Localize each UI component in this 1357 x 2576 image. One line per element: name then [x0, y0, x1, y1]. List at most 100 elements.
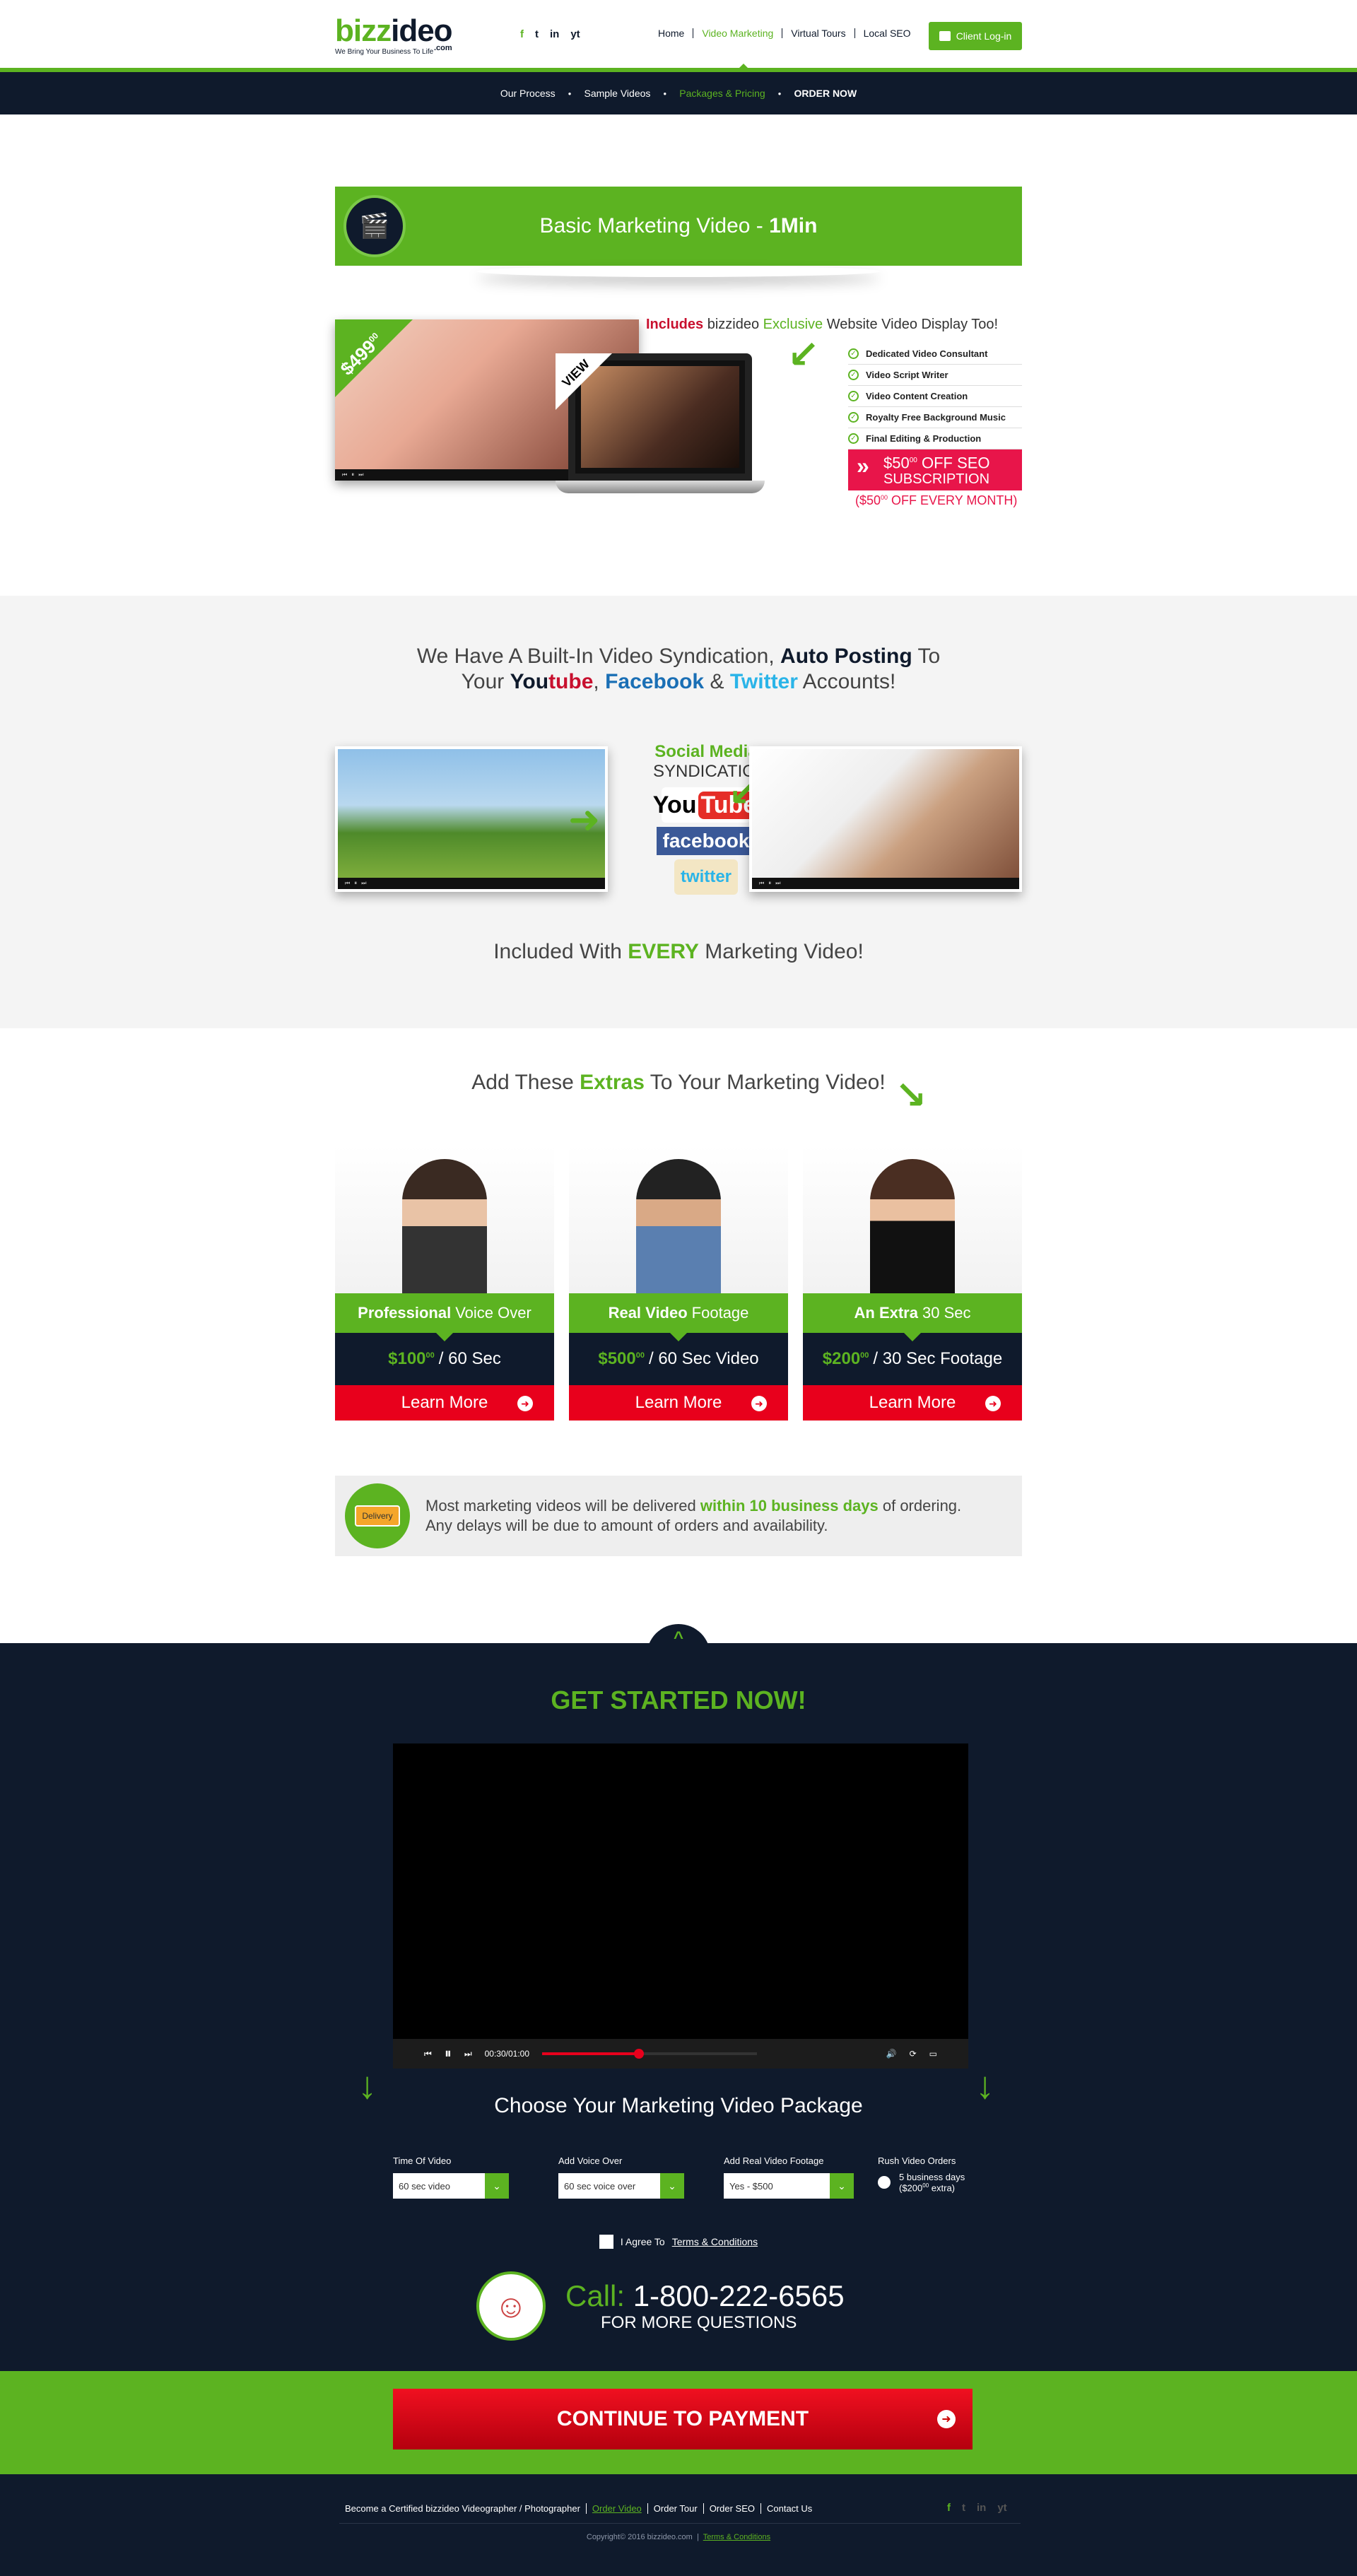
extra-card-video-footage: Real Video Footage $50000/ 60 Sec Video L… — [569, 1145, 788, 1421]
twitter-icon[interactable]: t — [962, 2502, 965, 2514]
green-arrow-icon: ➜ — [568, 799, 601, 841]
replay-icon[interactable]: ⟳ — [910, 2049, 917, 2059]
call-label: Call: — [565, 2279, 625, 2312]
voice-select[interactable]: 60 sec voice over ⌄ — [558, 2173, 684, 2199]
terms-agreement: I Agree To Terms & Conditions — [0, 2235, 1357, 2249]
next-icon: ⏭ — [358, 471, 364, 478]
footer-link-order-tour[interactable]: Order Tour — [648, 2503, 704, 2514]
time-label: Time Of Video — [393, 2156, 452, 2166]
footer-divider — [339, 2523, 1021, 2524]
arrow-right-icon: ➜ — [937, 2410, 956, 2428]
package-banner: 🎬 Basic Marketing Video - 1Min — [335, 187, 1022, 266]
video-player[interactable]: ⏮ ⏸ ⏭ 00:30/01:00 🔊 ⟳ ▭ — [393, 1743, 968, 2069]
chevron-down-icon: ⌄ — [830, 2173, 854, 2199]
clapperboard-icon: 🎬 — [343, 195, 406, 257]
facebook-logo: facebook — [657, 827, 756, 855]
footer-link-contact[interactable]: Contact Us — [761, 2503, 818, 2514]
footer-terms-link[interactable]: Terms & Conditions — [703, 2533, 770, 2541]
card-caption: Professional Voice Over — [335, 1293, 554, 1341]
banner-shadow — [476, 266, 881, 277]
more-questions: FOR MORE QUESTIONS — [601, 2313, 797, 2332]
footer-link-order-video[interactable]: Order Video — [587, 2503, 648, 2514]
call-block: ☺ Call: 1-800-222-6565 FOR MORE QUESTION… — [476, 2271, 845, 2341]
package-title: Basic Marketing Video - 1Min — [539, 214, 818, 237]
video-controls[interactable]: ⏮ ⏸ ⏭ — [338, 878, 605, 889]
laptop-base — [556, 481, 765, 493]
check-icon: ✓ — [848, 412, 859, 423]
player-controls: ⏮ ⏸ ⏭ 00:30/01:00 🔊 ⟳ ▭ — [393, 2039, 968, 2069]
chevron-down-icon: ⌄ — [660, 2173, 684, 2199]
voice-label: Add Voice Over — [558, 2156, 623, 2166]
skip-back-icon[interactable]: ⏮ — [424, 2049, 432, 2059]
agree-checkbox[interactable] — [599, 2235, 613, 2249]
package-form: Time Of Video 60 sec video ⌄ Add Voice Ov… — [393, 2156, 968, 2199]
list-item: ✓ Video Script Writer — [848, 365, 1022, 386]
extra-30-sec-photo — [803, 1145, 1022, 1293]
terms-link[interactable]: Terms & Conditions — [672, 2236, 758, 2247]
footage-select[interactable]: Yes - $500 ⌄ — [724, 2173, 854, 2199]
time-select[interactable]: 60 sec video ⌄ — [393, 2173, 509, 2199]
footer-link-become-videographer[interactable]: Become a Certified bizzideo Videographer… — [339, 2503, 587, 2514]
skip-forward-icon[interactable]: ⏭ — [464, 2049, 472, 2059]
player-time: 00:30/01:00 — [484, 2049, 530, 2059]
chevron-up-icon[interactable]: ^ — [647, 1624, 710, 1688]
learn-more-button[interactable]: Learn More ➜ — [803, 1385, 1022, 1421]
volume-icon[interactable]: 🔊 — [886, 2049, 897, 2059]
seo-monthly-note: ($5000 OFF EVERY MONTH) — [855, 493, 1018, 507]
prev-icon: ⏮ — [342, 471, 348, 478]
delivery-notice: Delivery Most marketing videos will be d… — [335, 1476, 1022, 1556]
linkedin-icon[interactable]: in — [977, 2502, 986, 2514]
facebook-icon[interactable]: f — [947, 2502, 951, 2514]
site-footer — [0, 2474, 1357, 2576]
card-caption: An Extra 30 Sec — [803, 1293, 1022, 1341]
rush-label: Rush Video Orders — [878, 2156, 956, 2166]
video-footage-photo — [569, 1145, 788, 1293]
twitter-logo: twitter — [674, 859, 738, 895]
youtube-icon[interactable]: yt — [997, 2502, 1006, 2514]
social-media-label: Social Media — [654, 742, 758, 761]
footage-label: Add Real Video Footage — [724, 2156, 824, 2166]
video-controls[interactable]: ⏮ ⏸ ⏭ — [752, 878, 1019, 889]
delivery-truck-icon: Delivery — [345, 1483, 410, 1548]
arrow-right-icon: ➜ — [517, 1396, 533, 1411]
delivery-text: Most marketing videos will be delivered … — [425, 1497, 962, 1534]
seek-handle[interactable] — [633, 2049, 644, 2059]
rush-option: Rush Video Orders 5 business days ($20000… — [878, 2156, 965, 2199]
check-icon: ✓ — [848, 370, 859, 380]
sample-video-golf[interactable]: ⏮ ⏸ ⏭ — [335, 746, 608, 892]
check-icon: ✓ — [848, 391, 859, 401]
seek-bar[interactable] — [542, 2049, 758, 2059]
extra-card-voice-over: Professional Voice Over $10000/ 60 Sec Le… — [335, 1145, 554, 1421]
footer-links: Become a Certified bizzideo Videographer… — [339, 2503, 818, 2514]
arrow-right-icon: ➜ — [751, 1396, 767, 1411]
chevron-down-icon: ⌄ — [485, 2173, 509, 2199]
list-item: ✓ Dedicated Video Consultant — [848, 343, 1022, 365]
double-chevron-icon: » — [857, 453, 869, 478]
check-icon: ✓ — [848, 348, 859, 359]
rush-radio[interactable] — [878, 2176, 891, 2189]
pause-icon: ⏸ — [351, 471, 355, 478]
feature-list: ✓ Dedicated Video Consultant ✓ Video Scrip… — [848, 343, 1022, 449]
footer-link-order-seo[interactable]: Order SEO — [704, 2503, 761, 2514]
learn-more-button[interactable]: Learn More ➜ — [335, 1385, 554, 1421]
learn-more-button[interactable]: Learn More ➜ — [569, 1385, 788, 1421]
check-icon: ✓ — [848, 433, 859, 444]
copyright: Copyright© 2016 bizzideo.com | Terms & C… — [586, 2533, 771, 2541]
footer-social: f t in yt — [947, 2502, 1007, 2514]
phone-number[interactable]: 1-800-222-6565 — [633, 2279, 845, 2312]
arrow-right-icon: ➜ — [985, 1396, 1001, 1411]
social-media-syndication: Social Media SYNDICATION You Tube faceboo… — [653, 742, 768, 895]
voice-over-photo — [335, 1145, 554, 1293]
get-started-heading: GET STARTED NOW! — [551, 1686, 806, 1715]
green-arrow-icon: ↙ — [787, 334, 820, 376]
pause-icon[interactable]: ⏸ — [445, 2046, 452, 2062]
syndication-heading: We Have A Built-In Video Syndication, Au… — [416, 645, 941, 693]
green-arrow-icon: ↘ — [895, 1074, 927, 1117]
sample-video-chef[interactable]: ⏮ ⏸ ⏭ — [749, 746, 1022, 892]
card-caption: Real Video Footage — [569, 1293, 788, 1341]
seo-offer-badge[interactable]: » $5000 OFF SEO SUBSCRIPTION — [848, 449, 1022, 490]
continue-to-payment-button[interactable]: CONTINUE TO PAYMENT ➜ — [393, 2389, 973, 2449]
list-item: ✓ Final Editing & Production — [848, 428, 1022, 449]
rush-text: 5 business days ($20000 extra) — [899, 2172, 965, 2194]
fullscreen-icon[interactable]: ▭ — [929, 2049, 937, 2059]
